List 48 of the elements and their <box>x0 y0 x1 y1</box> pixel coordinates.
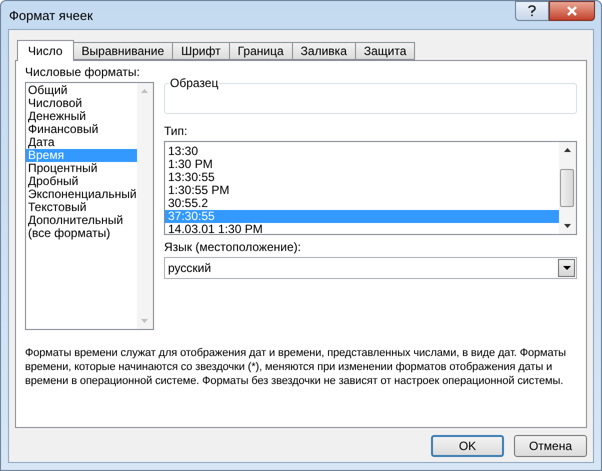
list-item[interactable]: Дата <box>26 136 137 149</box>
tab[interactable]: Число <box>17 40 74 61</box>
tab[interactable]: Выравнивание <box>74 42 174 60</box>
scrollbar[interactable] <box>136 83 153 329</box>
category-list[interactable]: Общий Числовой Денежный Финансовый Дата Время Процентный Дробный Экспоненциальный Текстовый Дополнительный (все форматы) <box>25 82 154 330</box>
scroll-up-icon <box>564 148 571 152</box>
list-item[interactable]: Денежный <box>26 110 137 123</box>
language-dropdown[interactable]: русский <box>164 257 577 279</box>
list-item[interactable]: (все форматы) <box>26 227 137 240</box>
list-item[interactable]: 13:30:55 <box>165 171 559 184</box>
list-item[interactable]: 14.03.01 1:30 PM <box>165 223 559 236</box>
dropdown-button[interactable] <box>558 259 575 277</box>
list-item[interactable]: Общий <box>26 84 137 97</box>
dialog-button[interactable]: Отмена <box>514 435 587 457</box>
description-text: Форматы времени служат для отображения дат и времени, представленных числами, в виде дат. Форматы времени, которые начинаются со звездочки (*), меняются при изменении форматов отображения даты и времени в операционной системе. Форматы без звездочки не зависят от настроек операционной системы. <box>25 346 567 388</box>
dropdown-value: русский <box>168 260 212 277</box>
tab[interactable]: Защита <box>356 42 416 60</box>
list-item[interactable]: Финансовый <box>26 123 137 136</box>
list-item[interactable]: 1:30 PM <box>165 158 559 171</box>
dialog-button[interactable]: OK <box>431 435 504 457</box>
caret-icon <box>562 266 570 270</box>
list-label: Числовые форматы: <box>25 65 141 80</box>
tab[interactable]: Заливка <box>292 42 356 60</box>
scroll-down-icon <box>564 224 571 228</box>
scroll-down-icon <box>141 319 148 323</box>
help-button[interactable] <box>515 1 549 21</box>
scroll-thumb[interactable] <box>560 169 574 207</box>
group-label: Образец <box>169 76 220 90</box>
tab[interactable]: Граница <box>230 42 293 60</box>
tab[interactable]: Шрифт <box>173 42 230 60</box>
field-label: Язык (местоположение): <box>164 240 302 255</box>
type-list[interactable]: 13:30 1:30 PM 13:30:55 1:30:55 PM 30:55.2 37:30:55 14.03.01 1:30 PM <box>164 141 577 235</box>
list-item[interactable]: Числовой <box>26 97 137 110</box>
help-icon <box>528 5 536 17</box>
list-label: Тип: <box>164 124 188 139</box>
close-button[interactable] <box>549 1 595 21</box>
list-item[interactable]: Дробный <box>26 175 137 188</box>
list-item[interactable]: Процентный <box>26 162 137 175</box>
list-item[interactable]: Текстовый <box>26 201 137 214</box>
close-icon <box>566 6 578 16</box>
list-item[interactable]: 13:30 <box>165 145 559 158</box>
list-item[interactable]: 30:55.2 <box>165 197 559 210</box>
window-title: Формат ячеек <box>9 7 93 26</box>
list-item[interactable]: Дополнительный <box>26 214 137 227</box>
list-item[interactable]: Экспоненциальный <box>26 188 137 201</box>
list-item[interactable]: 1:30:55 PM <box>165 184 559 197</box>
scroll-up-icon <box>141 89 148 93</box>
scrollbar[interactable] <box>559 142 576 234</box>
